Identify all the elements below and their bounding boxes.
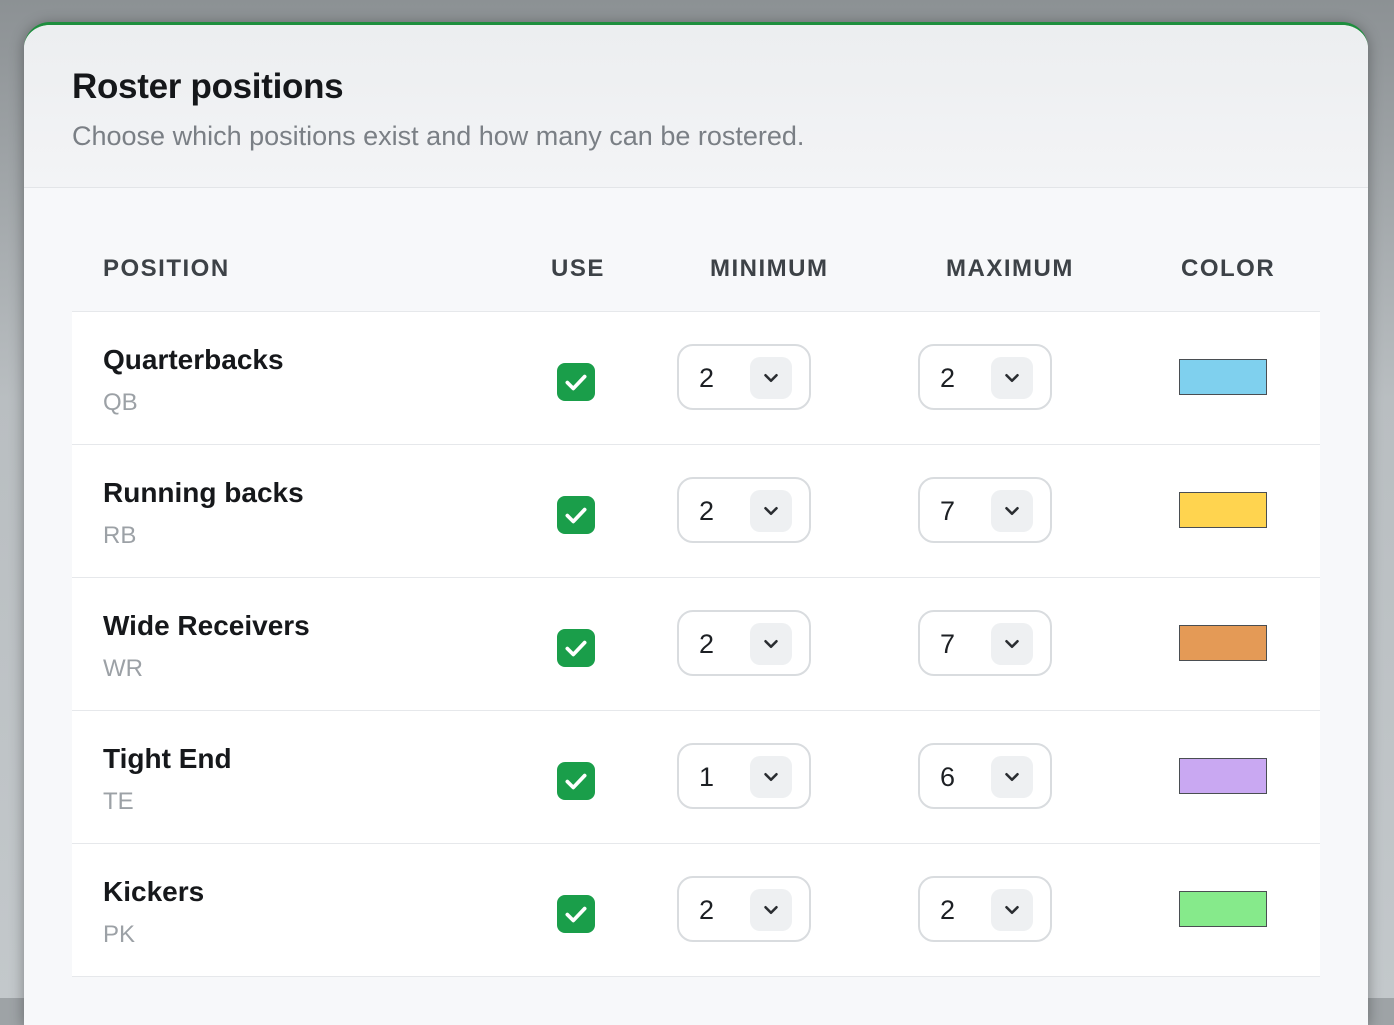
minimum-select[interactable]: 2 xyxy=(677,477,811,543)
color-swatch[interactable] xyxy=(1179,359,1267,395)
chevron-down-icon[interactable] xyxy=(991,357,1033,399)
maximum-value: 2 xyxy=(940,895,956,925)
use-checkbox[interactable] xyxy=(557,762,595,800)
position-name: Running backs xyxy=(103,477,304,508)
color-swatch[interactable] xyxy=(1179,625,1267,661)
position-name: Kickers xyxy=(103,876,205,907)
chevron-down-icon[interactable] xyxy=(991,756,1033,798)
maximum-value: 7 xyxy=(940,629,956,659)
page-subtitle: Choose which positions exist and how man… xyxy=(72,121,805,151)
column-header-maximum: MAXIMUM xyxy=(946,255,1074,282)
column-header-use: USE xyxy=(551,255,605,282)
chevron-down-icon[interactable] xyxy=(750,490,792,532)
table-body: Quarterbacks QB 2 2 Running backs RB 2 7… xyxy=(72,312,1320,977)
maximum-select[interactable]: 6 xyxy=(918,743,1052,809)
table-row: Running backs RB 2 7 xyxy=(72,445,1320,578)
page-title: Roster positions xyxy=(72,67,344,106)
card-header: Roster positions Choose which positions … xyxy=(24,25,1368,188)
minimum-select[interactable]: 2 xyxy=(677,610,811,676)
roster-positions-table: POSITION USE MINIMUM MAXIMUM COLOR Quart… xyxy=(72,211,1320,977)
minimum-value: 2 xyxy=(699,496,715,526)
minimum-value: 1 xyxy=(699,762,715,792)
chevron-down-icon[interactable] xyxy=(750,623,792,665)
maximum-value: 7 xyxy=(940,496,956,526)
table-row: Wide Receivers WR 2 7 xyxy=(72,578,1320,711)
table-row: Tight End TE 1 6 xyxy=(72,711,1320,844)
chevron-down-icon[interactable] xyxy=(991,623,1033,665)
minimum-select[interactable]: 2 xyxy=(677,344,811,410)
maximum-select[interactable]: 2 xyxy=(918,344,1052,410)
check-icon xyxy=(565,906,587,923)
use-checkbox[interactable] xyxy=(557,629,595,667)
position-abbreviation: TE xyxy=(103,788,134,815)
minimum-select[interactable]: 1 xyxy=(677,743,811,809)
check-icon xyxy=(565,773,587,790)
maximum-value: 2 xyxy=(940,363,956,393)
maximum-select[interactable]: 7 xyxy=(918,477,1052,543)
use-checkbox[interactable] xyxy=(557,496,595,534)
chevron-down-icon[interactable] xyxy=(750,756,792,798)
chevron-down-icon[interactable] xyxy=(750,889,792,931)
roster-positions-card: Roster positions Choose which positions … xyxy=(24,22,1368,1025)
column-header-minimum: MINIMUM xyxy=(710,255,829,282)
check-icon xyxy=(565,640,587,657)
use-checkbox[interactable] xyxy=(557,363,595,401)
minimum-value: 2 xyxy=(699,629,715,659)
column-header-position: POSITION xyxy=(103,255,230,282)
minimum-select[interactable]: 2 xyxy=(677,876,811,942)
maximum-value: 6 xyxy=(940,762,956,792)
maximum-select[interactable]: 2 xyxy=(918,876,1052,942)
color-swatch[interactable] xyxy=(1179,758,1267,794)
position-abbreviation: WR xyxy=(103,655,143,682)
table-row: Quarterbacks QB 2 2 xyxy=(72,312,1320,445)
position-name: Wide Receivers xyxy=(103,610,310,641)
minimum-value: 2 xyxy=(699,895,715,925)
position-name: Tight End xyxy=(103,743,232,774)
position-name: Quarterbacks xyxy=(103,344,284,375)
color-swatch[interactable] xyxy=(1179,891,1267,927)
use-checkbox[interactable] xyxy=(557,895,595,933)
position-abbreviation: QB xyxy=(103,389,138,416)
chevron-down-icon[interactable] xyxy=(991,889,1033,931)
color-swatch[interactable] xyxy=(1179,492,1267,528)
table-row: Kickers PK 2 2 xyxy=(72,844,1320,977)
check-icon xyxy=(565,507,587,524)
position-abbreviation: RB xyxy=(103,522,137,549)
minimum-value: 2 xyxy=(699,363,715,393)
check-icon xyxy=(565,374,587,391)
position-abbreviation: PK xyxy=(103,921,136,948)
table-header: POSITION USE MINIMUM MAXIMUM COLOR xyxy=(72,211,1320,312)
chevron-down-icon[interactable] xyxy=(991,490,1033,532)
chevron-down-icon[interactable] xyxy=(750,357,792,399)
maximum-select[interactable]: 7 xyxy=(918,610,1052,676)
column-header-color: COLOR xyxy=(1181,255,1276,282)
